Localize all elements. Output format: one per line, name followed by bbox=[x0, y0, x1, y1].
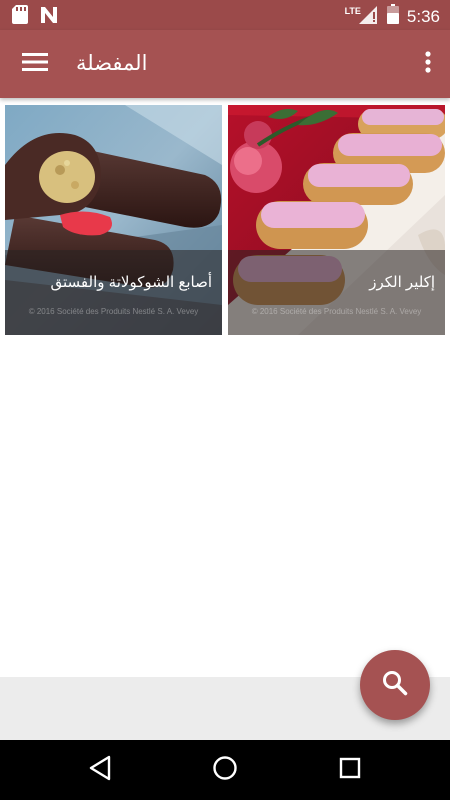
n-notification-icon bbox=[40, 6, 58, 29]
network-type: LTE bbox=[344, 5, 361, 16]
page-title: المفضلة bbox=[76, 52, 148, 75]
back-icon bbox=[88, 755, 112, 786]
status-left bbox=[12, 5, 58, 29]
favorite-card-cherry-eclairs[interactable]: إكلير الكرز © 2016 Société des Produits … bbox=[228, 105, 445, 335]
home-icon bbox=[212, 755, 238, 786]
battery-icon bbox=[386, 4, 399, 29]
status-bar: LTE 5:36 bbox=[0, 0, 450, 30]
menu-button[interactable] bbox=[14, 46, 56, 82]
status-time: 5:36 bbox=[406, 6, 440, 26]
favorite-title: أصابع الشوكولاتة والفستق bbox=[50, 274, 212, 291]
favorite-card-chocolate-fingers[interactable]: أصابع الشوكولاتة والفستق © 2016 Société … bbox=[5, 105, 222, 335]
recents-icon bbox=[339, 757, 361, 784]
screen: LTE 5:36 المفضلة أصابع الشوكولاتة والفست… bbox=[0, 0, 450, 800]
back-button[interactable] bbox=[84, 754, 116, 786]
recents-button[interactable] bbox=[334, 754, 366, 786]
status-right: LTE 5:36 bbox=[335, 4, 440, 29]
sd-card-icon bbox=[12, 5, 28, 29]
more-vertical-icon bbox=[425, 50, 431, 78]
home-button[interactable] bbox=[209, 754, 241, 786]
favorite-title: إكلير الكرز bbox=[369, 274, 435, 291]
app-bar: المفضلة bbox=[0, 30, 450, 98]
image-copyright: © 2016 Société des Produits Nestlé S. A.… bbox=[28, 307, 199, 316]
search-fab-button[interactable] bbox=[360, 650, 430, 720]
favorites-grid: أصابع الشوكولاتة والفستق © 2016 Société … bbox=[5, 105, 445, 335]
search-icon bbox=[382, 670, 408, 701]
image-copyright: © 2016 Société des Produits Nestlé S. A.… bbox=[251, 307, 422, 316]
hamburger-menu-icon bbox=[22, 52, 48, 76]
signal-icon bbox=[358, 4, 379, 29]
system-navigation-bar bbox=[0, 740, 450, 800]
overflow-menu-button[interactable] bbox=[416, 46, 440, 82]
